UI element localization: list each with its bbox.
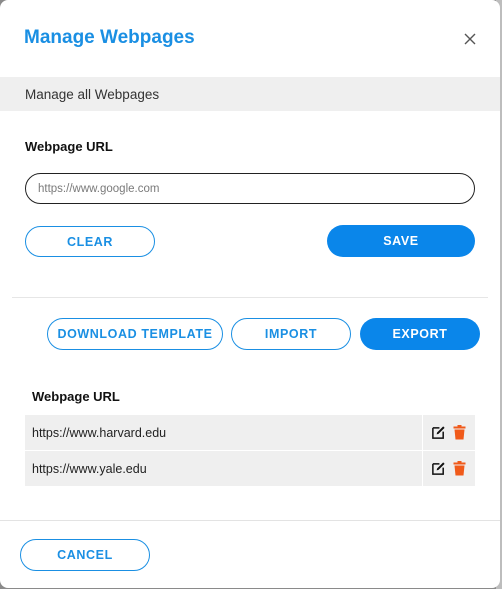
trash-icon[interactable]	[452, 461, 468, 477]
manage-webpages-modal: Manage Webpages Manage all Webpages Webp…	[0, 0, 500, 588]
table-row: https://www.yale.edu	[25, 451, 475, 487]
table-header-webpage-url: Webpage URL	[32, 389, 120, 404]
trash-icon[interactable]	[452, 425, 468, 441]
edit-icon[interactable]	[431, 461, 447, 477]
webpage-url-label: Webpage URL	[25, 139, 113, 154]
save-button[interactable]: SAVE	[327, 225, 475, 257]
import-button[interactable]: IMPORT	[231, 318, 351, 350]
modal-subtitle: Manage all Webpages	[25, 86, 160, 102]
clear-button[interactable]: CLEAR	[25, 226, 155, 257]
download-template-button[interactable]: DOWNLOAD TEMPLATE	[47, 318, 223, 350]
row-actions	[423, 451, 475, 486]
row-url: https://www.harvard.edu	[25, 415, 423, 450]
edit-icon[interactable]	[431, 425, 447, 441]
close-icon	[464, 33, 476, 45]
subheader-bar: Manage all Webpages	[0, 77, 500, 111]
webpages-table: https://www.harvard.edu https://www.yale…	[25, 415, 475, 487]
modal-title: Manage Webpages	[24, 27, 195, 48]
close-button[interactable]	[459, 28, 481, 50]
webpage-url-input[interactable]	[25, 173, 475, 204]
export-button[interactable]: EXPORT	[360, 318, 480, 350]
footer-divider	[0, 520, 500, 521]
cancel-button[interactable]: CANCEL	[20, 539, 150, 571]
row-url: https://www.yale.edu	[25, 451, 423, 486]
row-actions	[423, 415, 475, 450]
table-row: https://www.harvard.edu	[25, 415, 475, 451]
section-divider	[12, 297, 488, 298]
